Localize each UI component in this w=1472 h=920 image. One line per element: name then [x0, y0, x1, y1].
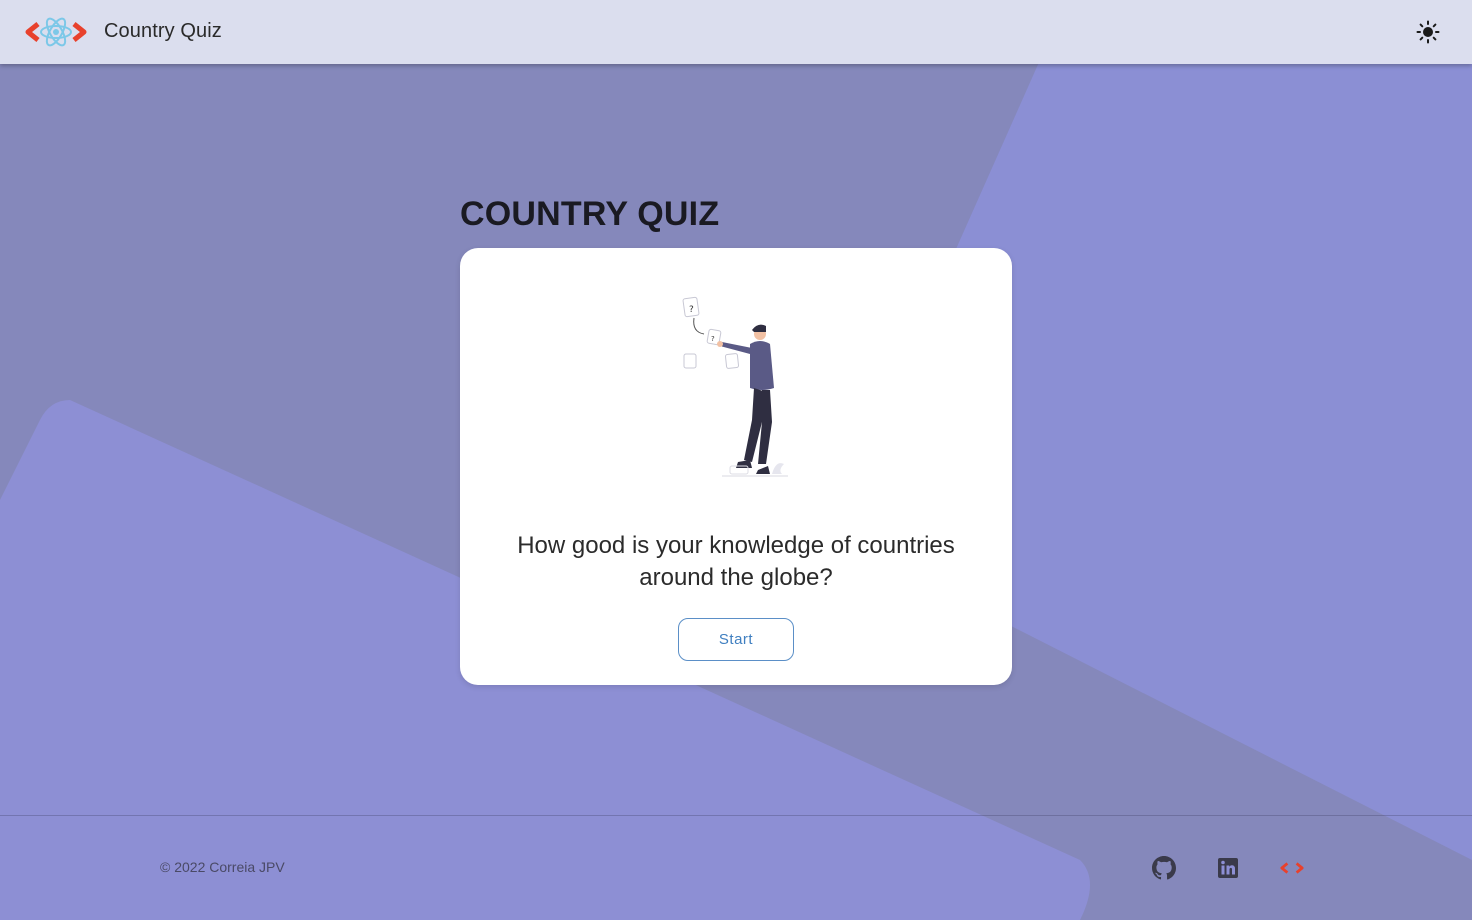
svg-text:?: ?	[711, 335, 715, 343]
sun-icon[interactable]	[1412, 16, 1444, 48]
quiz-question: How good is your knowledge of countries …	[517, 532, 955, 591]
linkedin-icon[interactable]	[1216, 856, 1240, 880]
app-title: Country Quiz	[104, 20, 222, 42]
copyright-text: © 2022 Correia JPV	[160, 859, 285, 875]
svg-text:?: ?	[689, 305, 694, 315]
quiz-card: ? ? How good is your knowledge of countr…	[460, 248, 1012, 685]
page-title: COUNTRY QUIZ	[460, 195, 720, 233]
github-icon[interactable]	[1152, 856, 1176, 880]
app-header: Country Quiz	[0, 0, 1472, 64]
react-brackets-logo-icon[interactable]	[24, 14, 88, 50]
person-with-questions-illustration: ? ?	[678, 292, 798, 488]
code-brackets-icon[interactable]	[1280, 856, 1304, 880]
start-button[interactable]: Start	[678, 618, 794, 661]
footer-divider	[0, 815, 1472, 816]
